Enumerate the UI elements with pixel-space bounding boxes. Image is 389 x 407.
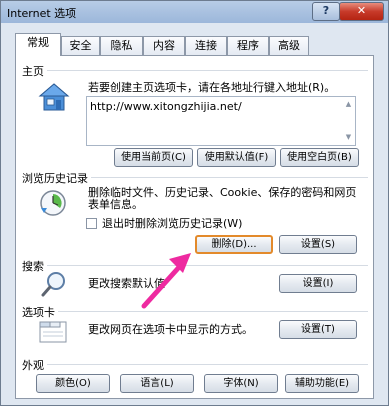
house-icon xyxy=(38,83,70,111)
delete-history-button[interactable]: 删除(D)... xyxy=(195,235,273,254)
homepage-url-textarea[interactable]: http://www.xitongzhijia.net/ ▲ ▼ xyxy=(86,96,356,146)
tab-privacy[interactable]: 隐私 xyxy=(100,36,143,55)
homepage-group-label: 主页 xyxy=(22,63,47,79)
scroll-down-arrow-icon[interactable]: ▼ xyxy=(344,133,353,142)
tab-programs[interactable]: 程序 xyxy=(227,36,269,55)
tab-connections[interactable]: 连接 xyxy=(185,36,227,55)
search-group-divider xyxy=(22,265,368,266)
close-button[interactable]: ✕ xyxy=(339,2,384,21)
internet-options-window: Internet 选项 ? ✕ 常规 安全 隐私 内容 连接 程序 高级 主页 … xyxy=(0,0,389,406)
tab-content[interactable]: 内容 xyxy=(143,36,185,55)
title-bar[interactable]: Internet 选项 ? ✕ xyxy=(1,1,388,23)
delete-on-exit-label[interactable]: 退出时删除浏览历史记录(W) xyxy=(102,217,242,230)
delete-on-exit-checkbox[interactable] xyxy=(86,218,97,229)
scroll-up-arrow-icon[interactable]: ▲ xyxy=(344,100,353,109)
search-settings-button[interactable]: 设置(I) xyxy=(279,274,357,293)
languages-button[interactable]: 语言(L) xyxy=(120,374,194,393)
history-description-line2: 表单信息。 xyxy=(88,198,143,211)
tabbed-window-icon xyxy=(39,321,67,343)
tabs-settings-button[interactable]: 设置(T) xyxy=(279,320,357,339)
use-blank-button[interactable]: 使用空白页(B) xyxy=(280,148,359,167)
window-title: Internet 选项 xyxy=(7,7,77,20)
history-clock-icon xyxy=(40,190,66,216)
tabs-description: 更改网页在选项卡中显示的方式。 xyxy=(88,323,253,336)
tabs-group-divider xyxy=(22,311,368,312)
tab-advanced[interactable]: 高级 xyxy=(269,36,309,55)
general-tab-panel: 主页 若要创建主页选项卡，请在各地址行键入地址(R)。 http://www.x… xyxy=(15,55,374,399)
colors-button[interactable]: 颜色(O) xyxy=(36,374,110,393)
tab-general[interactable]: 常规 xyxy=(15,33,61,56)
homepage-group-divider xyxy=(22,70,368,71)
search-description: 更改搜索默认值 xyxy=(88,277,165,290)
history-settings-button[interactable]: 设置(S) xyxy=(279,235,357,254)
appearance-group-divider xyxy=(22,364,368,365)
use-default-button[interactable]: 使用默认值(F) xyxy=(197,148,276,167)
use-current-button[interactable]: 使用当前页(C) xyxy=(114,148,193,167)
history-group-label: 浏览历史记录 xyxy=(22,170,91,186)
appearance-group-label: 外观 xyxy=(22,357,47,373)
homepage-url-value: http://www.xitongzhijia.net/ xyxy=(90,100,242,113)
tab-security[interactable]: 安全 xyxy=(61,36,100,55)
accessibility-button[interactable]: 辅助功能(E) xyxy=(285,374,359,393)
magnifier-icon xyxy=(41,272,65,297)
fonts-button[interactable]: 字体(N) xyxy=(204,374,278,393)
homepage-description: 若要创建主页选项卡，请在各地址行键入地址(R)。 xyxy=(88,81,336,94)
help-button[interactable]: ? xyxy=(312,2,340,21)
